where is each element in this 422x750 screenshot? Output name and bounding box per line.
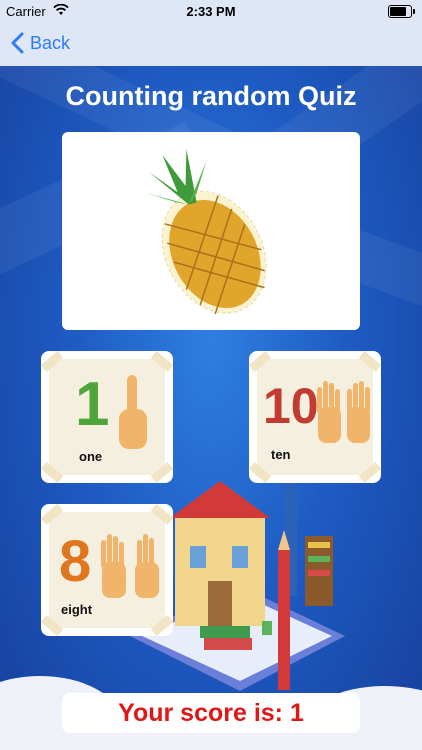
pencil-illustration: [278, 530, 290, 690]
back-button[interactable]: Back: [10, 30, 70, 56]
battery-icon: [388, 5, 415, 18]
answer-card-ten[interactable]: 10 ten: [248, 350, 382, 484]
answer-number: 1: [75, 370, 110, 439]
hand-icon: [119, 375, 147, 449]
answer-word: ten: [271, 447, 291, 462]
clock: 2:33 PM: [186, 4, 236, 19]
top-bar: Carrier 2:33 PM Back: [0, 0, 422, 67]
back-label: Back: [30, 32, 71, 53]
answer-word: eight: [61, 602, 93, 617]
hand-icon: [317, 381, 370, 443]
status-bar: Carrier 2:33 PM: [0, 0, 422, 22]
question-card: [62, 132, 360, 330]
answer-number: 10: [263, 378, 319, 434]
page-title: Counting random Quiz: [65, 81, 357, 111]
battery-level: [390, 7, 406, 16]
pineapple-icon: [146, 149, 267, 315]
answer-card-one[interactable]: 1 one: [40, 350, 174, 484]
score-label: Your score is: 1: [62, 693, 360, 733]
answer-word: one: [79, 449, 103, 464]
answer-number: 8: [59, 529, 92, 594]
chevron-left-icon: [11, 32, 24, 54]
hand-icon: [101, 534, 159, 598]
answer-card-eight[interactable]: 8 eight: [40, 503, 174, 637]
